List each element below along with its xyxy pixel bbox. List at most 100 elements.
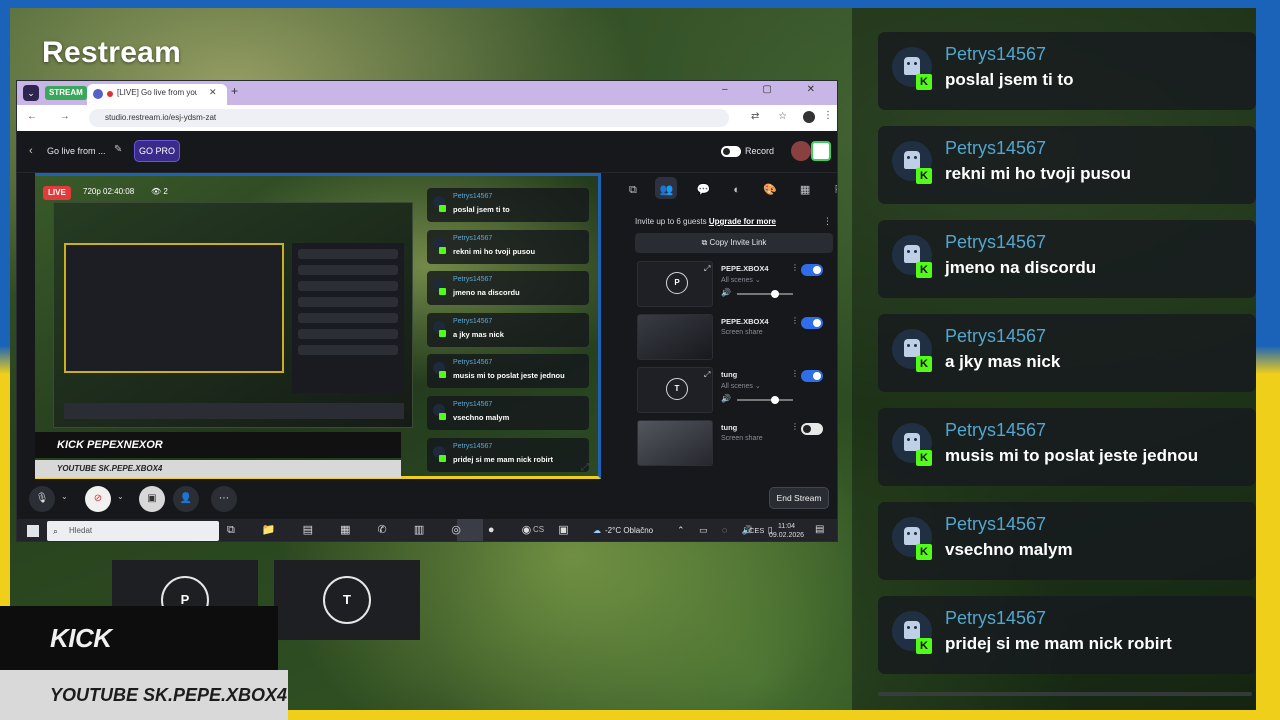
chat-username: Petrys14567	[945, 326, 1047, 346]
chat-username: Petrys14567	[945, 608, 1047, 628]
guest-thumbnail[interactable]	[637, 314, 713, 360]
volume-slider[interactable]	[737, 290, 793, 298]
invite-guest-icon[interactable]: 👤	[173, 486, 199, 512]
preview-chat-message: Petrys14567 vsechno malym	[427, 395, 589, 430]
eye-icon: 👁	[151, 187, 164, 196]
robot-icon	[904, 57, 920, 75]
robot-icon	[904, 245, 920, 263]
kick-logo-icon: K	[916, 74, 932, 90]
taskbar-search[interactable]: ⌕ Hledat	[47, 521, 219, 541]
end-stream-button[interactable]: End Stream	[769, 487, 829, 509]
chat-text: rekni mi ho tvoji pusou	[945, 164, 1132, 183]
guest-card[interactable]: tung Screen share ⋮	[635, 420, 831, 468]
guest-card[interactable]: PEPE.XBOX4 Screen share ⋮	[635, 314, 831, 362]
nested-chat	[292, 243, 404, 393]
camera-options-chevron-icon[interactable]: ⌄	[117, 492, 124, 501]
guest-toggle[interactable]	[801, 317, 823, 329]
record-toggle[interactable]	[721, 146, 741, 157]
browser-tab-active[interactable]: [LIVE] Go live from you ✕	[87, 84, 227, 105]
guest-thumbnail[interactable]: P ⤢	[637, 261, 713, 307]
guest-card[interactable]: T ⤢ tung All scenes ⌄ ⋮ 🔊	[635, 367, 831, 415]
taskbar-cs-app[interactable]: CS	[533, 525, 544, 534]
taskbar-clock[interactable]: 11:04 09.02.2026	[769, 522, 804, 540]
guest-menu-icon[interactable]: ⋮	[791, 422, 799, 431]
guest-thumbnail[interactable]	[637, 420, 713, 466]
guest-scenes[interactable]: All scenes ⌄	[721, 276, 761, 284]
go-pro-button[interactable]: GO PRO	[134, 140, 180, 162]
preview-chat-message: Petrys14567 poslal jsem ti to	[427, 188, 589, 222]
more-options-icon[interactable]: ⋯	[211, 486, 237, 512]
kick-avatar[interactable]	[811, 141, 831, 161]
url-field[interactable]: studio.restream.io/esj-ydsm-zat	[89, 109, 729, 127]
volume-icon[interactable]: 🔊	[721, 394, 731, 403]
chat-username: Petrys14567	[945, 514, 1047, 534]
guest-thumbnail[interactable]: T ⤢	[637, 367, 713, 413]
guest-menu-icon[interactable]: ⋮	[791, 316, 799, 325]
translate-star-icons[interactable]: ⇄ ☆	[751, 111, 795, 122]
volume-icon[interactable]: 🔊	[721, 288, 731, 297]
kick-logo-icon: K	[916, 168, 932, 184]
preview-chat-message: Petrys14567 pridej si me mam nick robirt	[427, 437, 589, 472]
chat-message: K Petrys14567 a jky mas nick	[878, 314, 1256, 392]
robot-icon	[904, 527, 920, 545]
language-indicator[interactable]: CES	[749, 526, 764, 535]
guest-name: PEPE.XBOX4	[721, 317, 769, 326]
camera-off-icon[interactable]: ⊘	[85, 486, 111, 512]
browser-menu-icon[interactable]: ⋮	[823, 110, 833, 121]
new-tab-icon[interactable]: +	[231, 84, 238, 98]
extension-icon[interactable]	[803, 111, 815, 123]
microphone-icon[interactable]: 🎙	[29, 486, 55, 512]
guest-toggle[interactable]	[801, 264, 823, 276]
guest-menu-icon[interactable]: ⋮	[791, 369, 799, 378]
nested-taskbar	[64, 403, 404, 419]
back-chevron-icon[interactable]: ‹	[29, 145, 33, 157]
invite-menu-icon[interactable]: ⋮	[823, 216, 832, 227]
guest-menu-icon[interactable]: ⋮	[791, 263, 799, 272]
chat-username: Petrys14567	[945, 420, 1047, 440]
windows-start-icon[interactable]	[27, 525, 39, 537]
guest-avatar: T	[323, 576, 371, 624]
screen-share-icon[interactable]: ▣	[139, 486, 165, 512]
kick-logo-icon: K	[916, 450, 932, 466]
nested-screen-capture	[53, 202, 413, 428]
cloud-icon: ☁	[593, 526, 601, 535]
window-controls[interactable]: – ▢ ✕	[722, 84, 831, 95]
guest-toggle[interactable]	[801, 370, 823, 382]
stream-preview: LIVE 720p 02:40:08 👁 2 KICK PEPEXNEXOR Y…	[35, 173, 601, 479]
chat-text: musis mi to poslat jeste jednou	[945, 446, 1199, 465]
studio-tool-icons[interactable]: ⧉ 👥 💬 ◐ 🎨 ▦ ⚐ ♫ ✎	[629, 183, 837, 197]
chat-text: pridej si me mam nick robirt	[945, 634, 1172, 653]
chat-text: a jky mas nick	[945, 352, 1061, 371]
guest-scenes[interactable]: All scenes ⌄	[721, 382, 761, 390]
tab-search-icon[interactable]: ⌄	[23, 85, 39, 101]
guest-card[interactable]: P ⤢ PEPE.XBOX4 All scenes ⌄ ⋮ 🔊	[635, 261, 831, 309]
mic-options-chevron-icon[interactable]: ⌄	[61, 492, 68, 501]
weather-widget[interactable]: ☁ -2°C Oblačno	[593, 526, 653, 535]
robot-icon	[904, 621, 920, 639]
edit-pencil-icon[interactable]: ✎	[114, 144, 122, 155]
stream-tab-group[interactable]: STREAM	[45, 86, 87, 100]
upgrade-link[interactable]: Upgrade for more	[709, 217, 776, 226]
chat-text: jmeno na discordu	[945, 258, 1097, 277]
chat-message: K Petrys14567 jmeno na discordu	[878, 220, 1256, 298]
youtube-name-tag: YOUTUBE SK.PEPE.XBOX4	[0, 670, 288, 720]
preview-chat-message: Petrys14567 jmeno na discordu	[427, 271, 589, 306]
guest-toggle[interactable]	[801, 423, 823, 435]
youtube-avatar[interactable]	[791, 141, 811, 161]
volume-slider[interactable]	[737, 396, 793, 404]
chat-next-message-edge	[878, 692, 1252, 696]
taskbar-apps[interactable]: ⧉ 📁 ▤ ▦ ✆ ▥ ◎ ● ◉ ▣	[227, 523, 581, 537]
stream-title[interactable]: Go live from ...	[47, 146, 106, 156]
preview-chat-message: Petrys14567 musis mi to poslat jeste jedn…	[427, 354, 589, 389]
preview-chat-message: Petrys14567 a jky mas nick	[427, 312, 589, 347]
guest-tile-t: T	[274, 560, 420, 640]
search-icon: ⌕	[53, 526, 59, 536]
guest-panel: ⧉ 👥 💬 ◐ 🎨 ▦ ⚐ ♫ ✎ Invite up to 6 guests …	[617, 173, 837, 479]
live-badge: LIVE	[43, 186, 71, 200]
tab-close-icon[interactable]: ✕	[209, 87, 217, 98]
notification-icon[interactable]: ▤	[815, 524, 824, 535]
chat-username: Petrys14567	[945, 44, 1047, 64]
copy-invite-link-button[interactable]: ⧉ Copy Invite Link	[635, 233, 833, 253]
guest-tile-p: P	[112, 560, 258, 624]
kick-logo-icon: K	[916, 262, 932, 278]
